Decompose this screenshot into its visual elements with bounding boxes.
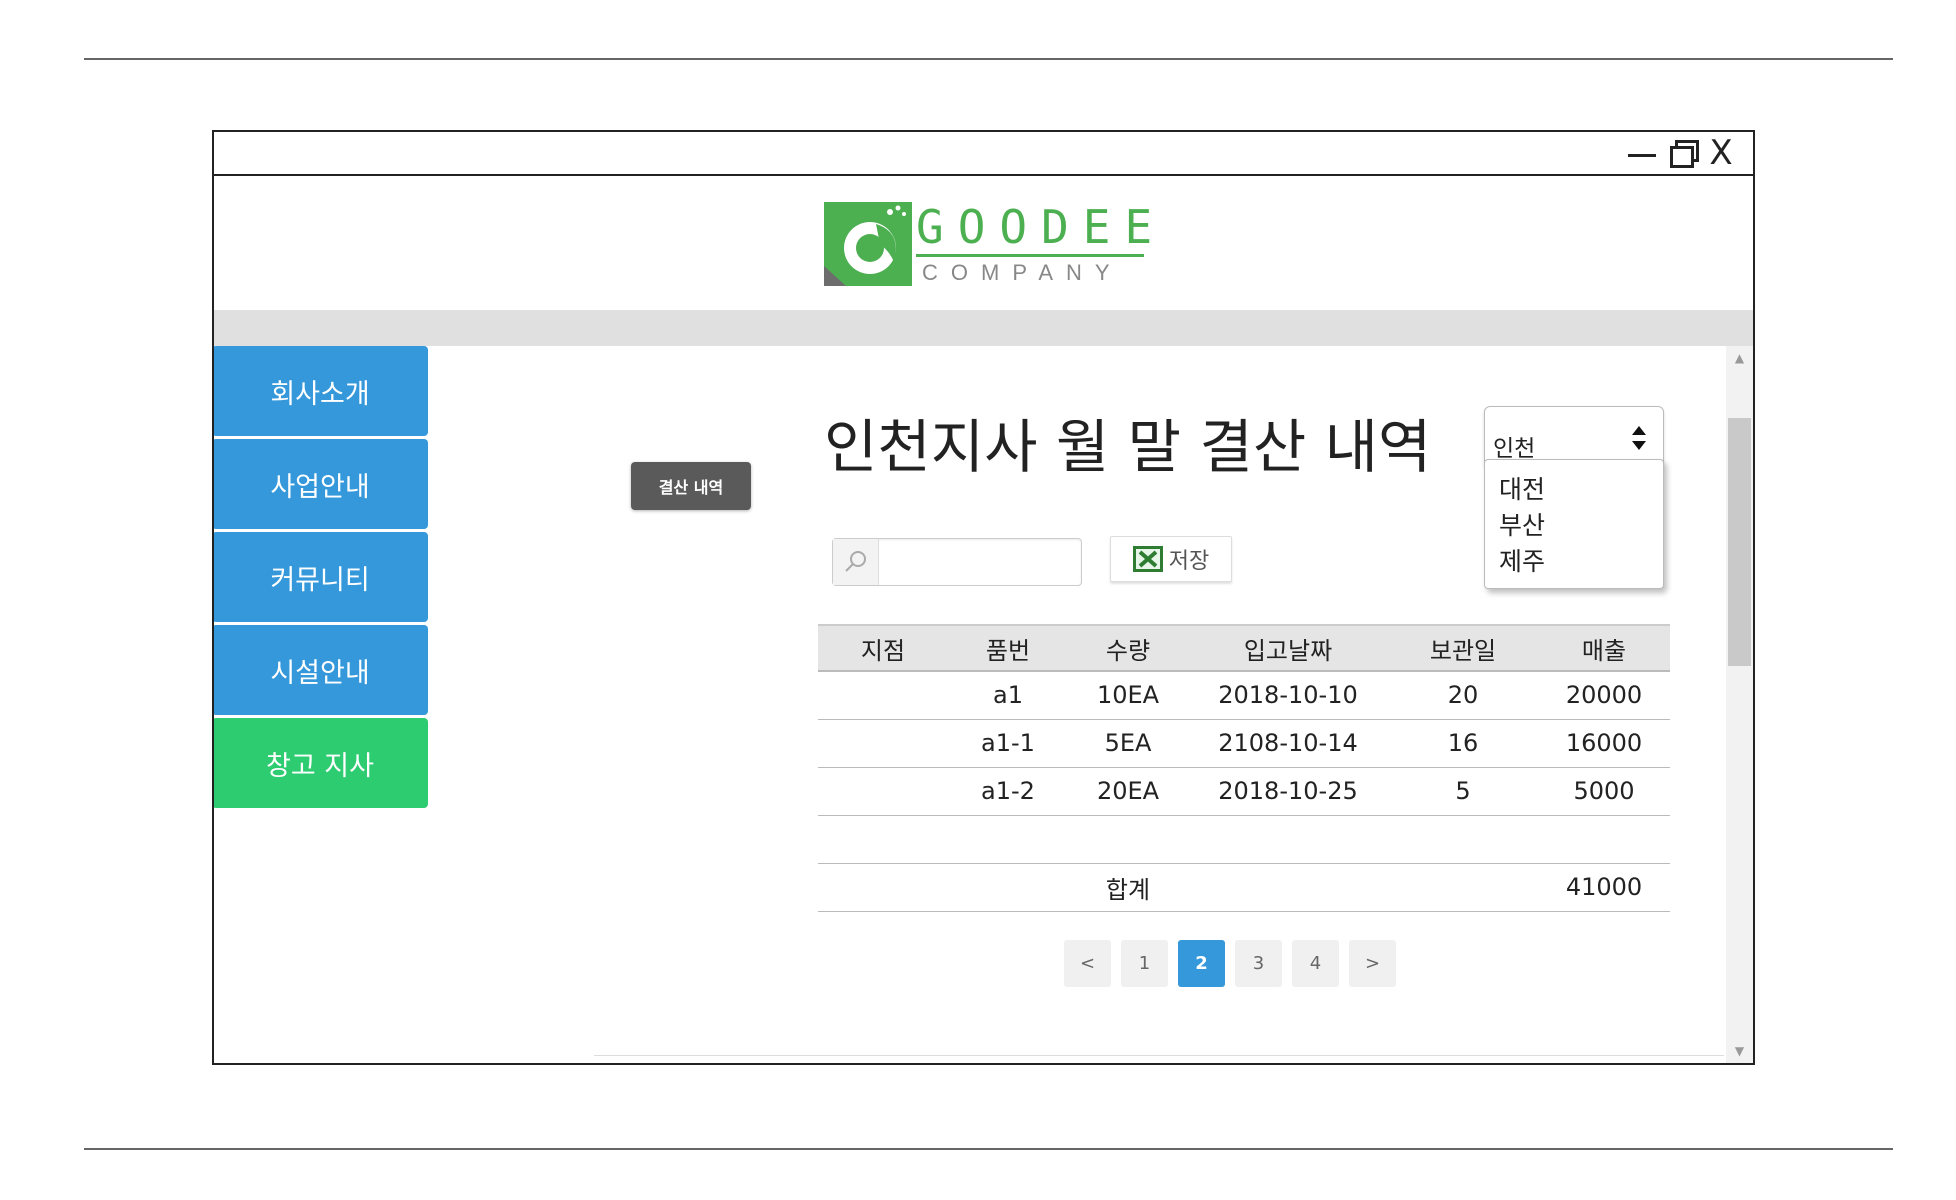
cell-inbound-date: 2018-10-10 <box>1188 671 1388 720</box>
cell-empty <box>1188 815 1388 864</box>
cell-empty <box>1388 815 1538 864</box>
cell-storage-days: 5 <box>1388 767 1538 816</box>
cell-quantity: 20EA <box>1068 767 1188 816</box>
table-row[interactable]: a1-2 20EA 2018-10-25 5 5000 <box>818 767 1670 816</box>
table-row-empty <box>818 815 1670 864</box>
cell-empty <box>1068 815 1188 864</box>
cell-inbound-date: 2108-10-14 <box>1188 719 1388 768</box>
sidebar-item-facilities[interactable]: 시설안내 <box>214 625 428 715</box>
cell-part-no: a1 <box>948 671 1068 720</box>
cell-empty <box>818 815 948 864</box>
table-row[interactable]: a1-1 5EA 2108-10-14 16 16000 <box>818 719 1670 768</box>
cell-part-no: a1-1 <box>948 719 1068 768</box>
cell-storage-days: 16 <box>1388 719 1538 768</box>
search-icon[interactable] <box>833 539 879 585</box>
sidebar-item-company[interactable]: 회사소개 <box>214 346 428 436</box>
branch-select-value: 인천 <box>1493 436 1536 462</box>
cell-sales: 16000 <box>1538 719 1670 768</box>
branch-option-daejeon[interactable]: 대전 <box>1485 472 1663 508</box>
cell-quantity: 5EA <box>1068 719 1188 768</box>
cell-inbound-date: 2018-10-25 <box>1188 767 1388 816</box>
maximize-icon-front <box>1670 146 1694 168</box>
sidebar-item-community[interactable]: 커뮤니티 <box>214 532 428 622</box>
branch-option-busan[interactable]: 부산 <box>1485 508 1663 544</box>
header-band <box>214 310 1753 346</box>
page-button-1[interactable]: 1 <box>1121 940 1168 987</box>
page-button-2[interactable]: 2 <box>1178 940 1225 987</box>
table-row[interactable]: a1 10EA 2018-10-10 20 20000 <box>818 671 1670 720</box>
page-title: 인천지사 월 말 결산 내역 <box>824 413 1432 481</box>
total-label: 합계 <box>1068 863 1188 912</box>
excel-icon <box>1132 546 1163 572</box>
page-button-4[interactable]: 4 <box>1292 940 1339 987</box>
title-bar: X <box>214 132 1753 176</box>
cell-empty <box>1538 815 1670 864</box>
excel-save-button[interactable]: 저장 <box>1110 536 1232 582</box>
close-button[interactable]: X <box>1706 134 1736 172</box>
scroll-thumb[interactable] <box>1728 418 1751 666</box>
cell-empty <box>948 815 1068 864</box>
cell-branch <box>818 719 948 768</box>
cell-quantity: 10EA <box>1068 671 1188 720</box>
total-value: 41000 <box>1538 863 1670 912</box>
table-header-row: 지점 품번 수량 입고날짜 보관일 매출 <box>818 624 1670 672</box>
cell-storage-days: 20 <box>1388 671 1538 720</box>
cell-part-no: a1-2 <box>948 767 1068 816</box>
logo-underline <box>916 254 1144 257</box>
company-logo[interactable]: GOODEE COMPANY <box>824 196 1152 286</box>
logo-wordmark: GOODEE <box>916 200 1167 254</box>
col-inbound-date[interactable]: 입고날짜 <box>1188 624 1388 672</box>
bottom-divider <box>84 1148 1893 1150</box>
sidebar-item-warehouse-branch[interactable]: 창고 지사 <box>214 718 428 808</box>
table-total-row: 합계 41000 <box>818 863 1670 912</box>
col-branch[interactable]: 지점 <box>818 624 948 672</box>
minimize-button[interactable] <box>1626 134 1658 172</box>
search-input[interactable] <box>881 543 1077 581</box>
scroll-up-icon[interactable]: ▲ <box>1726 346 1753 370</box>
sidebar-item-business[interactable]: 사업안내 <box>214 439 428 529</box>
settlement-history-button[interactable]: 결산 내역 <box>631 462 751 510</box>
sidebar-nav: 회사소개 사업안내 커뮤니티 시설안내 창고 지사 <box>214 346 430 811</box>
cell-sales: 20000 <box>1538 671 1670 720</box>
settlement-table: 지점 품번 수량 입고날짜 보관일 매출 a1 10EA 2018-10-10 … <box>818 624 1670 912</box>
scroll-down-icon[interactable]: ▼ <box>1726 1039 1753 1063</box>
maximize-button[interactable] <box>1666 134 1700 172</box>
col-sales[interactable]: 매출 <box>1538 624 1670 672</box>
content-divider <box>594 1055 1724 1056</box>
select-arrows-icon <box>1631 421 1647 457</box>
col-quantity[interactable]: 수량 <box>1068 624 1188 672</box>
pagination: < 1 2 3 4 > <box>1064 940 1396 987</box>
branch-option-jeju[interactable]: 제주 <box>1485 544 1663 580</box>
app-window: X GOODEE COMPANY 회사소개 사업안내 커뮤니티 시설안내 창고 … <box>212 130 1755 1065</box>
page-prev-button[interactable]: < <box>1064 940 1111 987</box>
cell-branch <box>818 767 948 816</box>
branch-dropdown: 대전 부산 제주 <box>1484 459 1664 589</box>
top-divider <box>84 58 1893 60</box>
logo-subtitle: COMPANY <box>922 260 1123 285</box>
cell-sales: 5000 <box>1538 767 1670 816</box>
page-button-3[interactable]: 3 <box>1235 940 1282 987</box>
page-next-button[interactable]: > <box>1349 940 1396 987</box>
save-label: 저장 <box>1168 549 1210 574</box>
logo-mark-icon <box>824 202 912 286</box>
search-box <box>832 538 1082 586</box>
vertical-scrollbar[interactable]: ▲ ▼ <box>1726 346 1753 1063</box>
cell-branch <box>818 671 948 720</box>
minimize-icon <box>1628 153 1656 157</box>
col-part-no[interactable]: 품번 <box>948 624 1068 672</box>
col-storage-days[interactable]: 보관일 <box>1388 624 1538 672</box>
